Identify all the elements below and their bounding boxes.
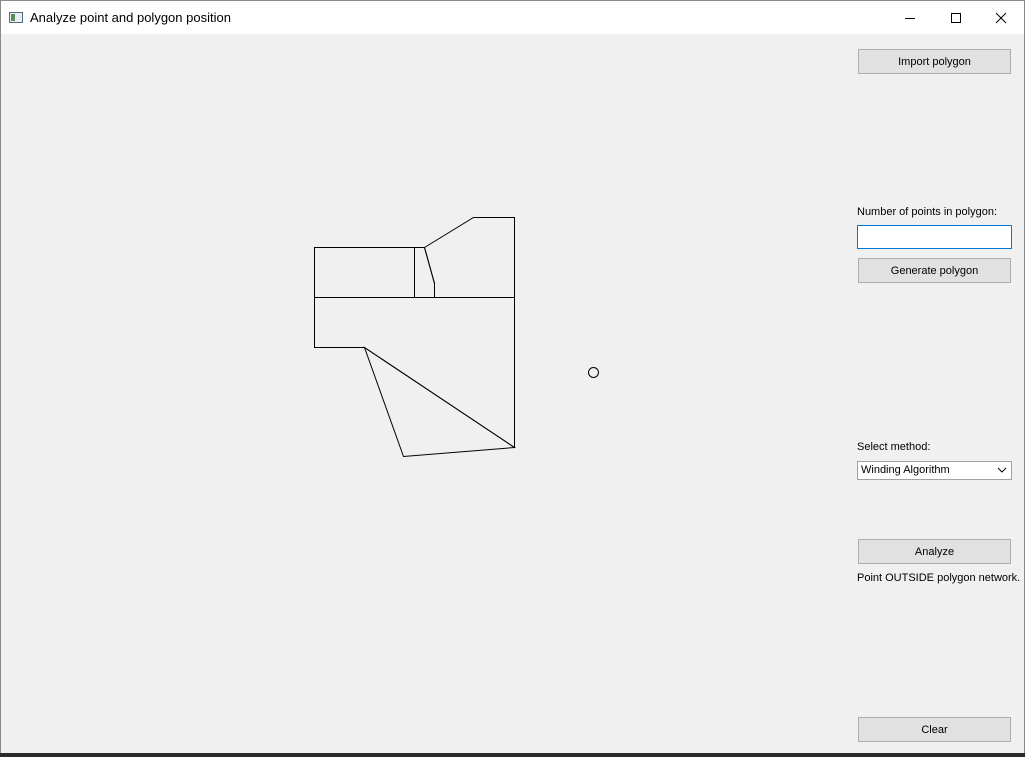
import-polygon-button[interactable]: Import polygon xyxy=(858,49,1011,74)
maximize-button[interactable] xyxy=(933,1,979,34)
close-icon xyxy=(995,12,1007,23)
points-count-label: Number of points in polygon: xyxy=(857,206,998,218)
polygon-middle xyxy=(314,297,515,449)
query-point-marker xyxy=(588,367,599,378)
minimize-icon xyxy=(905,17,915,19)
points-count-input[interactable] xyxy=(857,225,1012,249)
window-title: Analyze point and polygon position xyxy=(30,10,231,25)
title-bar[interactable]: Analyze point and polygon position xyxy=(1,1,1024,34)
method-label: Select method: xyxy=(857,441,931,453)
desktop-background-strip xyxy=(0,753,1025,757)
polygon-top-right xyxy=(423,217,515,298)
main-window: Analyze point and polygon position Impor… xyxy=(0,0,1025,757)
analysis-result-text: Point OUTSIDE polygon network. xyxy=(857,572,1021,584)
minimize-button[interactable] xyxy=(887,1,933,34)
clear-button[interactable]: Clear xyxy=(858,717,1011,742)
drawing-canvas[interactable] xyxy=(1,34,841,754)
method-select-value: Winding Algorithm xyxy=(861,464,950,476)
chevron-down-icon xyxy=(997,467,1007,473)
close-button[interactable] xyxy=(978,1,1024,34)
method-select[interactable]: Winding Algorithm xyxy=(857,461,1012,480)
maximize-icon xyxy=(951,12,961,23)
app-window-icon xyxy=(9,12,23,23)
analyze-button[interactable]: Analyze xyxy=(858,539,1011,564)
polygon-bottom-triangle xyxy=(363,346,516,458)
generate-polygon-button[interactable]: Generate polygon xyxy=(858,258,1011,283)
polygon-top-left xyxy=(314,247,415,298)
